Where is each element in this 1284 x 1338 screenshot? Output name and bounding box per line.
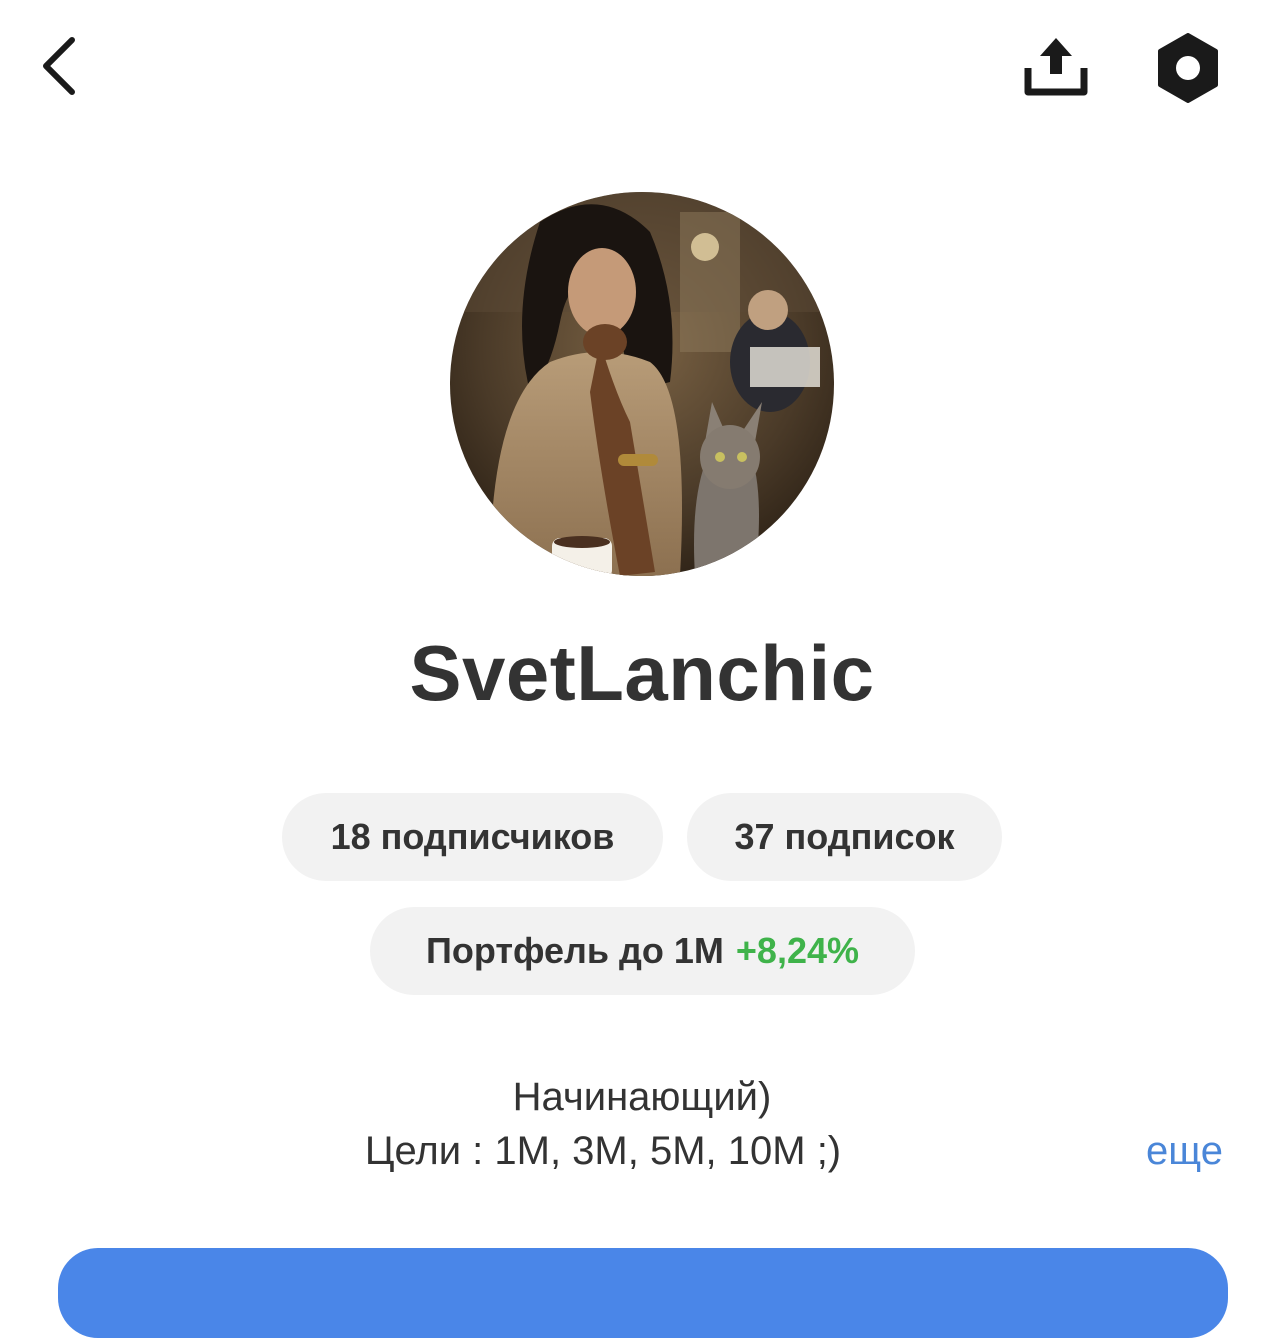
bio-line: Начинающий)	[512, 1075, 772, 1119]
chevron-left-icon	[43, 37, 75, 95]
portfolio-change: +8,24%	[735, 930, 860, 971]
avatar-photo	[450, 192, 834, 576]
username: SvetLanchic	[409, 629, 875, 717]
share-button[interactable]	[1018, 30, 1094, 102]
portfolio-button[interactable]: Портфель до 1М +8,24%	[370, 907, 915, 995]
portfolio-label: Портфель до 1М	[425, 930, 724, 971]
following-button[interactable]: 37 подписок	[687, 793, 1002, 881]
bio-text: Начинающий) Цели : 1М, 3М, 5М, 10М ;)	[0, 1070, 1284, 1178]
followers-button[interactable]: 18 подписчиков	[282, 793, 663, 881]
back-button[interactable]	[30, 30, 86, 102]
share-upload-icon	[1024, 38, 1088, 96]
primary-action-button[interactable]	[58, 1248, 1228, 1338]
followers-label: 18 подписчиков	[330, 816, 615, 857]
bio-more-link[interactable]: еще	[1146, 1124, 1223, 1178]
hexagon-settings-icon	[1158, 33, 1218, 103]
settings-button[interactable]	[1150, 30, 1226, 106]
bio-line: Цели : 1М, 3М, 5М, 10М ;)	[364, 1129, 842, 1173]
top-bar	[0, 0, 1284, 140]
following-label: 37 подписок	[734, 816, 955, 857]
avatar[interactable]	[450, 192, 834, 576]
